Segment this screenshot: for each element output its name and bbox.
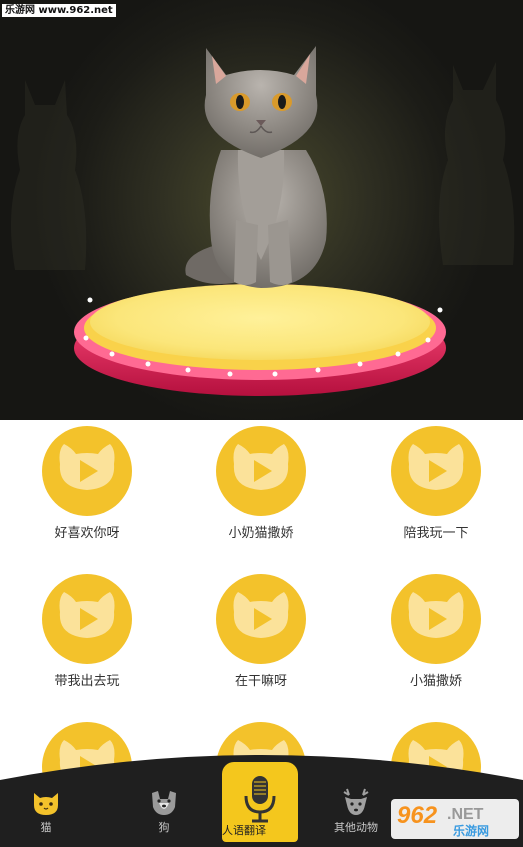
svg-text:962: 962 [397, 802, 438, 829]
sound-card[interactable]: 陪我玩一下 [349, 420, 523, 560]
tab-cat[interactable]: 猫 [6, 789, 86, 835]
tab-label: 人语翻译 [222, 824, 266, 837]
svg-text:乐游网: 乐游网 [453, 823, 489, 838]
sound-card[interactable]: 带我出去玩 [0, 568, 174, 708]
tab-label: 狗 [158, 821, 170, 834]
cat-icon [34, 793, 58, 815]
sound-label: 好喜欢你呀 [54, 526, 120, 541]
sound-label: 带我出去玩 [54, 674, 120, 689]
sound-label: 在干嘛呀 [234, 674, 287, 689]
app-screen: 乐游网 www.962.net 好喜欢你呀 小奶猫撒娇 陪我玩一下 带我出去玩 … [0, 0, 523, 847]
bottom-tab-bar: 猫 狗 人语翻译 其他动物 962 .NET 乐游网 [0, 740, 523, 847]
play-button[interactable] [216, 426, 306, 516]
tab-other-animals[interactable]: 其他动物 [316, 787, 396, 835]
sound-card[interactable]: 好喜欢你呀 [0, 420, 174, 560]
sound-label: 小奶猫撒娇 [228, 526, 294, 541]
play-button[interactable] [391, 574, 481, 664]
play-button[interactable] [42, 426, 132, 516]
site-logo: 962 .NET 乐游网 [391, 799, 519, 839]
play-icon [233, 444, 289, 490]
svg-text:.NET: .NET [447, 806, 484, 823]
play-icon [233, 592, 289, 638]
sound-card[interactable]: 在干嘛呀 [174, 568, 348, 708]
cat-photo [185, 46, 327, 288]
watermark-text: 乐游网 www.962.net [2, 4, 116, 17]
dog-icon [152, 791, 176, 815]
microphone-icon [244, 776, 276, 823]
sound-label: 陪我玩一下 [403, 526, 469, 541]
play-button[interactable] [391, 426, 481, 516]
tab-label: 其他动物 [334, 821, 378, 834]
tab-dog[interactable]: 狗 [124, 787, 204, 835]
play-button[interactable] [42, 574, 132, 664]
background-cat-silhouette [11, 80, 87, 270]
hero-banner: 乐游网 www.962.net [0, 0, 523, 420]
tab-human-translate[interactable]: 人语翻译 [222, 762, 298, 842]
tab-label: 猫 [40, 821, 52, 834]
play-icon [408, 592, 464, 638]
play-button[interactable] [216, 574, 306, 664]
play-icon [59, 444, 115, 490]
play-icon [408, 444, 464, 490]
sound-card[interactable]: 小猫撒娇 [349, 568, 523, 708]
deer-icon [343, 788, 369, 815]
sound-label: 小猫撒娇 [409, 674, 462, 689]
sound-card[interactable]: 小奶猫撒娇 [174, 420, 348, 560]
background-cat-silhouette [439, 62, 515, 265]
play-icon [59, 592, 115, 638]
